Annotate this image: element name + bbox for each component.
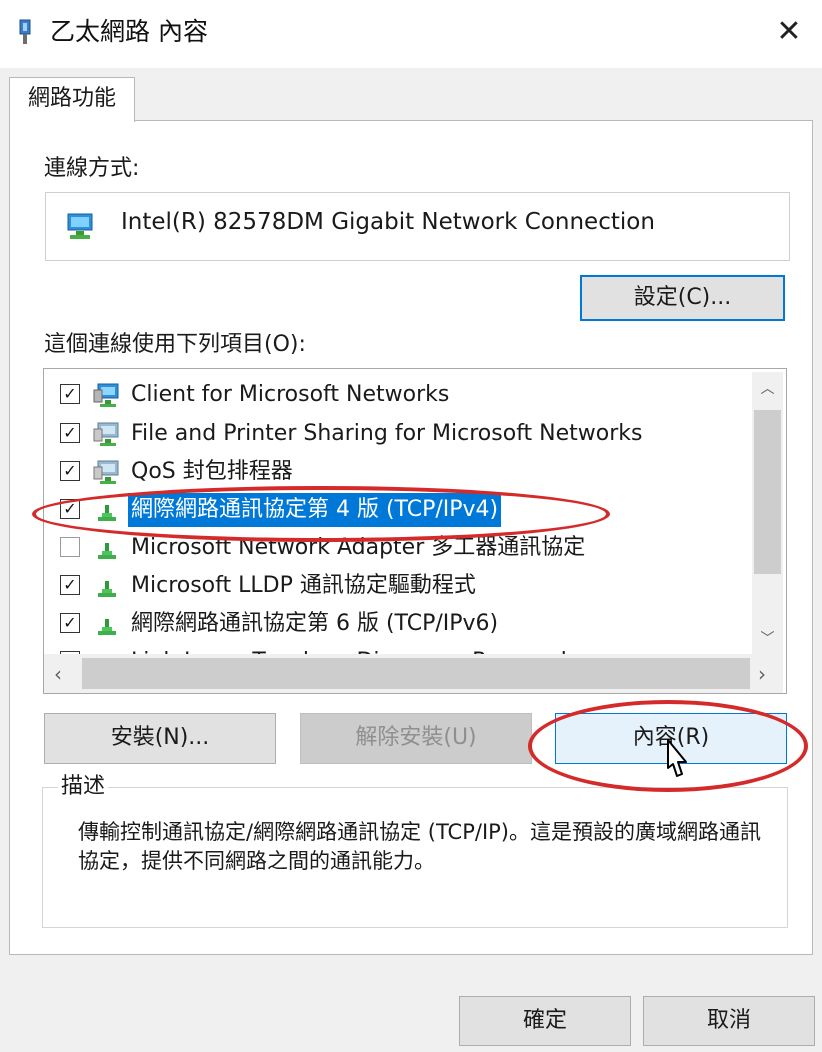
connect-using-label: 連線方式: bbox=[44, 156, 140, 181]
list-item[interactable]: ✓ File and Printer Sharing for Microsoft… bbox=[44, 415, 754, 453]
protocol-icon bbox=[98, 543, 116, 559]
scroll-left-icon[interactable]: ‹ bbox=[54, 662, 62, 686]
list-item-label: Microsoft LLDP 通訊協定驅動程式 bbox=[131, 573, 476, 598]
checkbox[interactable]: ✓ bbox=[60, 461, 80, 481]
protocol-icon bbox=[98, 619, 116, 635]
adapter-field: Intel(R) 82578DM Gigabit Network Connect… bbox=[45, 192, 790, 261]
horizontal-scrollbar[interactable]: ‹ › bbox=[44, 654, 783, 693]
tab-networking[interactable]: 網路功能 bbox=[9, 77, 135, 122]
list-item-label: QoS 封包排程器 bbox=[131, 459, 293, 484]
mouse-pointer-icon bbox=[667, 739, 687, 777]
network-service-icon bbox=[93, 422, 119, 446]
cancel-button[interactable]: 取消 bbox=[643, 996, 815, 1046]
checkbox[interactable]: ✓ bbox=[60, 423, 80, 443]
title-bar: 乙太網路 內容 ✕ bbox=[0, 0, 822, 68]
checkbox[interactable] bbox=[60, 537, 80, 557]
items-label: 這個連線使用下列項目(O): bbox=[44, 332, 306, 357]
items-list[interactable]: ✓ Client for Microsoft Networks ✓ File a… bbox=[43, 368, 787, 694]
list-item-label: Microsoft Network Adapter 多工器通訊協定 bbox=[131, 535, 586, 560]
scroll-right-icon[interactable]: › bbox=[758, 662, 766, 686]
scroll-up-icon[interactable]: ︿ bbox=[752, 378, 783, 398]
network-client-icon bbox=[93, 383, 119, 407]
protocol-icon bbox=[98, 505, 116, 521]
vertical-scrollbar[interactable]: ︿ ﹀ bbox=[752, 372, 783, 654]
adapter-name: Intel(R) 82578DM Gigabit Network Connect… bbox=[121, 209, 655, 235]
list-item[interactable]: ✓ Microsoft LLDP 通訊協定驅動程式 bbox=[44, 567, 754, 605]
tcp-ipv4-item[interactable]: ✓ 網際網路通訊協定第 4 版 (TCP/IPv4) bbox=[44, 491, 754, 529]
close-button[interactable]: ✕ bbox=[764, 8, 814, 56]
list-item[interactable]: ✓ 網際網路通訊協定第 6 版 (TCP/IPv6) bbox=[44, 605, 754, 643]
configure-button[interactable]: 設定(C)... bbox=[580, 275, 785, 321]
list-item[interactable]: Microsoft Network Adapter 多工器通訊協定 bbox=[44, 529, 754, 567]
network-adapter-icon bbox=[67, 213, 93, 239]
ok-button[interactable]: 確定 bbox=[459, 996, 631, 1046]
list-item-label: 網際網路通訊協定第 4 版 (TCP/IPv4) bbox=[128, 493, 502, 527]
checkbox[interactable]: ✓ bbox=[60, 613, 80, 633]
uninstall-button[interactable]: 解除安裝(U) bbox=[300, 713, 532, 764]
network-service-icon bbox=[93, 460, 119, 484]
checkbox[interactable]: ✓ bbox=[60, 499, 80, 519]
checkbox[interactable]: ✓ bbox=[60, 575, 80, 595]
checkbox[interactable]: ✓ bbox=[60, 384, 80, 404]
horizontal-scroll-thumb[interactable] bbox=[82, 658, 750, 689]
list-item-label: Client for Microsoft Networks bbox=[131, 382, 450, 407]
vertical-scroll-thumb[interactable] bbox=[754, 410, 781, 574]
list-item-label: File and Printer Sharing for Microsoft N… bbox=[131, 421, 643, 446]
install-button[interactable]: 安裝(N)... bbox=[44, 713, 276, 764]
network-adapter-icon bbox=[19, 19, 31, 44]
list-item-label: 網際網路通訊協定第 6 版 (TCP/IPv6) bbox=[131, 611, 499, 636]
list-item[interactable]: ✓ QoS 封包排程器 bbox=[44, 453, 754, 491]
protocol-icon bbox=[98, 581, 116, 597]
list-item[interactable]: ✓ Client for Microsoft Networks bbox=[44, 376, 754, 414]
scroll-down-icon[interactable]: ﹀ bbox=[752, 628, 783, 648]
window-title: 乙太網路 內容 bbox=[50, 17, 208, 46]
description-text: 傳輸控制通訊協定/網際網路通訊協定 (TCP/IP)。這是預設的廣域網路通訊協定… bbox=[78, 820, 761, 873]
description-legend: 描述 bbox=[58, 774, 109, 800]
